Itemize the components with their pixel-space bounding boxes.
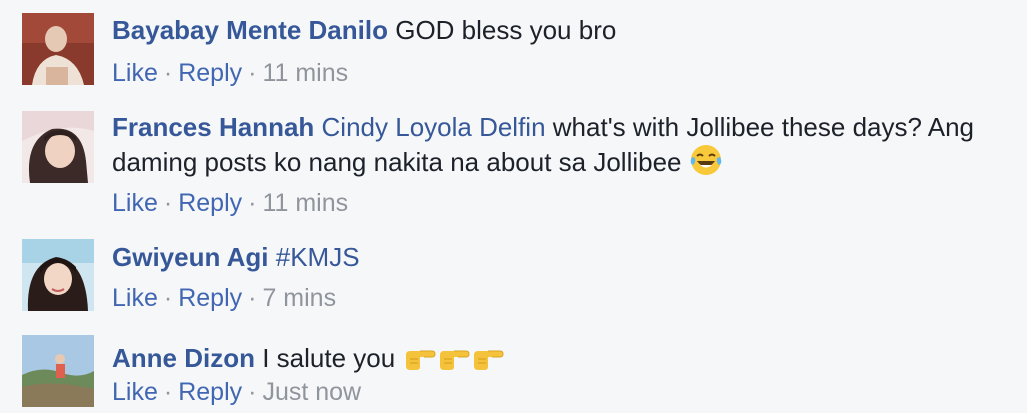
- like-link[interactable]: Like: [112, 378, 158, 406]
- separator-dot: ·: [163, 189, 173, 217]
- comment-text: GOD bless you bro: [395, 15, 617, 45]
- timestamp[interactable]: 7 mins: [262, 284, 336, 312]
- avatar[interactable]: [22, 335, 94, 407]
- avatar-photo-icon: [22, 335, 94, 407]
- face-with-tears-of-joy-icon: [689, 143, 723, 177]
- reply-link[interactable]: Reply: [178, 284, 242, 312]
- like-link[interactable]: Like: [112, 189, 158, 217]
- comment-body: Anne Dizon I salute you: [112, 339, 1013, 374]
- comment-actions: Like · Reply · 11 mins: [112, 58, 348, 88]
- comment-text-line: what's with Jollibee these days? Ang: [552, 112, 974, 142]
- avatar-photo-icon: [22, 111, 94, 183]
- backhand-index-pointing-right-icon: [436, 339, 470, 373]
- reply-link[interactable]: Reply: [178, 378, 242, 406]
- hashtag-link[interactable]: #KMJS: [276, 242, 360, 272]
- avatar-photo-icon: [22, 13, 94, 85]
- comment-body: Gwiyeun Agi #KMJS: [112, 242, 1013, 273]
- comment-body: Bayabay Mente Danilo GOD bless you bro: [112, 15, 1013, 46]
- timestamp[interactable]: 11 mins: [262, 189, 348, 217]
- avatar[interactable]: [22, 239, 94, 311]
- comment-actions: Like · Reply · 7 mins: [112, 283, 336, 313]
- timestamp[interactable]: 11 mins: [262, 59, 348, 87]
- separator-dot: ·: [163, 284, 173, 312]
- separator-dot: ·: [163, 59, 173, 87]
- comment-actions: Like · Reply · 11 mins: [112, 188, 348, 218]
- reply-link[interactable]: Reply: [178, 59, 242, 87]
- comment-item: Bayabay Mente Danilo GOD bless you bro L…: [0, 0, 1027, 95]
- comment-item: Anne Dizon I salute you Like · Reply · J…: [0, 325, 1027, 413]
- separator-dot: ·: [248, 284, 257, 312]
- avatar[interactable]: [22, 13, 94, 85]
- author-name[interactable]: Anne Dizon: [112, 343, 255, 373]
- comment-item: Frances Hannah Cindy Loyola Delfin what'…: [0, 95, 1027, 230]
- comment-body: Frances Hannah Cindy Loyola Delfin what'…: [112, 112, 1013, 178]
- like-link[interactable]: Like: [112, 59, 158, 87]
- separator-dot: ·: [248, 378, 257, 406]
- comment-text-line: daming posts ko nang nakita na about sa …: [112, 147, 682, 177]
- author-name[interactable]: Gwiyeun Agi: [112, 242, 269, 272]
- comment-actions: Like · Reply · Just now: [112, 377, 361, 407]
- avatar-photo-icon: [22, 239, 94, 311]
- separator-dot: ·: [248, 59, 257, 87]
- comment-list: Bayabay Mente Danilo GOD bless you bro L…: [0, 0, 1027, 413]
- timestamp[interactable]: Just now: [262, 378, 361, 406]
- author-name[interactable]: Frances Hannah: [112, 112, 314, 142]
- author-name[interactable]: Bayabay Mente Danilo: [112, 15, 388, 45]
- separator-dot: ·: [163, 378, 173, 406]
- comment-text: I salute you: [262, 343, 396, 373]
- backhand-index-pointing-right-icon: [402, 339, 436, 373]
- avatar[interactable]: [22, 111, 94, 183]
- reply-link[interactable]: Reply: [178, 189, 242, 217]
- separator-dot: ·: [248, 189, 257, 217]
- mention-link[interactable]: Cindy Loyola Delfin: [322, 112, 546, 142]
- backhand-index-pointing-right-icon: [470, 339, 504, 373]
- comment-item: Gwiyeun Agi #KMJS Like · Reply · 7 mins: [0, 230, 1027, 325]
- like-link[interactable]: Like: [112, 284, 158, 312]
